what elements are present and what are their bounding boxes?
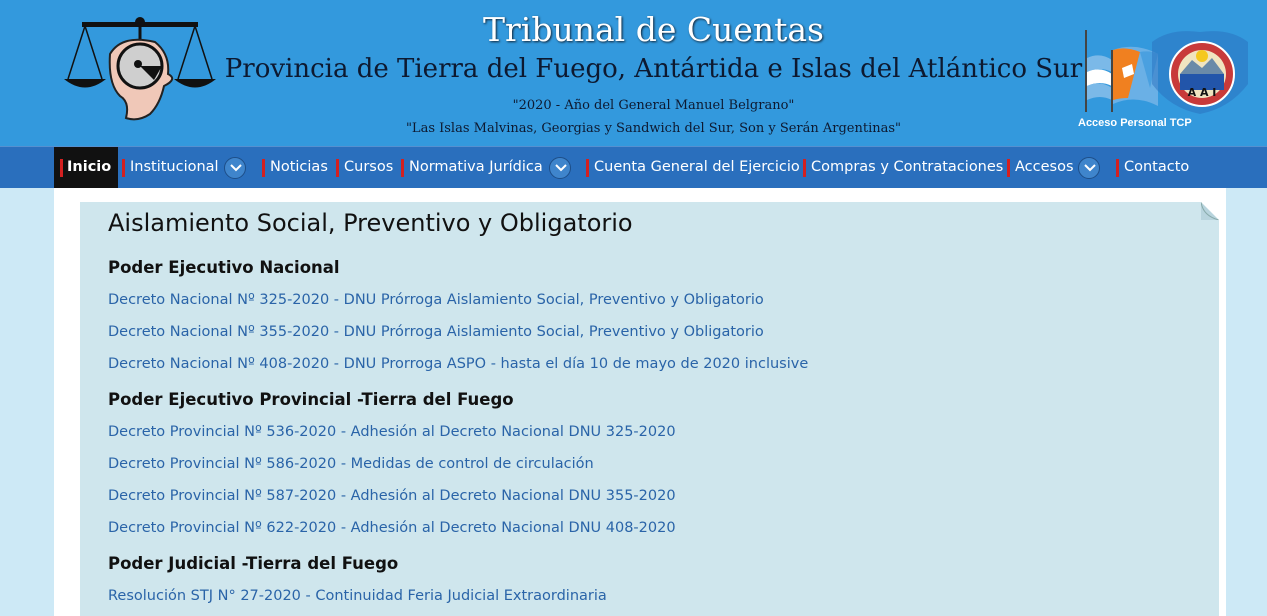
nav-cuenta-general[interactable]: Cuenta General del Ejercicio	[586, 147, 800, 188]
nav-compras[interactable]: Compras y Contrataciones	[803, 147, 1003, 188]
nav-institucional[interactable]: Institucional	[122, 147, 252, 188]
nav-separator	[122, 159, 125, 177]
decreto-link[interactable]: Decreto Provincial Nº 622-2020 - Adhesió…	[108, 520, 676, 536]
nav-noticias[interactable]: Noticias	[262, 147, 334, 188]
acceso-personal-link[interactable]: Acceso Personal TCP	[1078, 117, 1192, 129]
nav-label: Contacto	[1124, 159, 1190, 175]
chevron-down-icon[interactable]	[1078, 157, 1100, 179]
decreto-link[interactable]: Decreto Nacional Nº 325-2020 - DNU Prórr…	[108, 292, 764, 308]
nav-normativa-juridica[interactable]: Normativa Jurídica	[401, 147, 579, 188]
site-subtitle: Provincia de Tierra del Fuego, Antártida…	[224, 54, 1083, 84]
nav-label: Cursos	[344, 159, 394, 175]
nav-separator	[401, 159, 404, 177]
site-header: Tribunal de Cuentas Provincia de Tierra …	[0, 0, 1267, 146]
page-curl-icon	[1201, 202, 1219, 220]
nav-label: Cuenta General del Ejercicio	[594, 159, 800, 175]
tierra-del-fuego-flag	[1111, 46, 1158, 112]
motto-belgrano: "2020 - Año del General Manuel Belgrano"	[512, 98, 795, 113]
nav-separator	[586, 159, 589, 177]
decreto-link[interactable]: Decreto Nacional Nº 355-2020 - DNU Prórr…	[108, 324, 764, 340]
decreto-link[interactable]: Decreto Provincial Nº 586-2020 - Medidas…	[108, 456, 594, 472]
nav-inicio[interactable]: Inicio	[54, 147, 118, 188]
nav-label: Normativa Jurídica	[409, 159, 543, 175]
nav-separator	[803, 159, 806, 177]
argentina-flag	[1085, 30, 1112, 112]
nav-separator	[1116, 159, 1119, 177]
nav-label: Compras y Contrataciones	[811, 159, 1004, 175]
nav-cursos[interactable]: Cursos	[336, 147, 396, 188]
nav-label: Inicio	[67, 159, 112, 175]
nav-separator	[336, 159, 339, 177]
nav-label: Noticias	[270, 159, 328, 175]
main-navigation: Inicio Institucional Noticias Cursos Nor…	[0, 146, 1267, 188]
decreto-link[interactable]: Decreto Nacional Nº 408-2020 - DNU Prorr…	[108, 356, 808, 372]
decreto-link[interactable]: Decreto Provincial Nº 536-2020 - Adhesió…	[108, 424, 676, 440]
resolucion-link[interactable]: Resolución STJ N° 27-2020 - Continuidad …	[108, 588, 607, 604]
nav-separator	[262, 159, 265, 177]
nav-accesos[interactable]: Accesos	[1007, 147, 1107, 188]
decreto-link[interactable]: Decreto Provincial Nº 587-2020 - Adhesió…	[108, 488, 676, 504]
section-heading-judicial: Poder Judicial -Tierra del Fuego	[108, 554, 399, 573]
motto-malvinas: "Las Islas Malvinas, Georgias y Sandwich…	[405, 121, 902, 136]
nav-separator	[1007, 159, 1010, 177]
nav-label: Institucional	[130, 159, 219, 175]
nav-separator	[60, 159, 63, 177]
section-heading-nacional: Poder Ejecutivo Nacional	[108, 258, 340, 277]
provincial-coat-of-arms: A A I	[1152, 31, 1248, 114]
nav-contacto[interactable]: Contacto	[1116, 147, 1196, 188]
svg-text:A A I: A A I	[1188, 86, 1217, 99]
chevron-down-icon[interactable]	[224, 157, 246, 179]
chevron-down-icon[interactable]	[549, 157, 571, 179]
section-heading-provincial: Poder Ejecutivo Provincial -Tierra del F…	[108, 390, 514, 409]
flags-and-coat-of-arms[interactable]: A A I	[1080, 28, 1250, 118]
page-title: Aislamiento Social, Preventivo y Obligat…	[108, 209, 633, 237]
site-title: Tribunal de Cuentas	[483, 10, 824, 49]
nav-label: Accesos	[1015, 159, 1074, 175]
